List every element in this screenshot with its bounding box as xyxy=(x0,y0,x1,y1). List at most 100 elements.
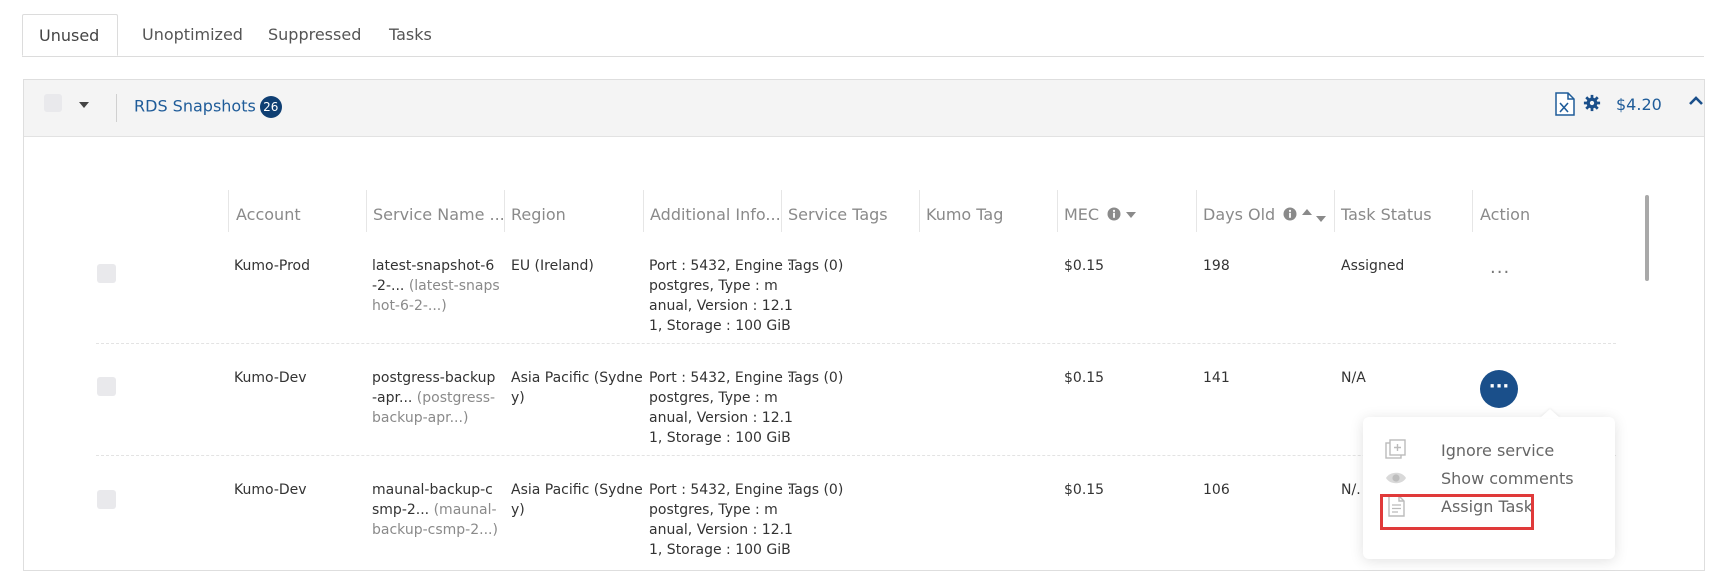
additional-info-cell: Port : 5432, Engine : postgres, Type : m… xyxy=(649,368,793,448)
service-tags-cell[interactable]: Tags (0) xyxy=(788,256,843,276)
service-name-line: postgress-backup xyxy=(372,370,496,386)
select-all-checkbox[interactable] xyxy=(44,94,62,112)
more-actions-icon[interactable]: ··· xyxy=(1490,262,1510,283)
sort-down-icon[interactable] xyxy=(1126,211,1137,219)
task-status-cell: N/. xyxy=(1341,482,1361,498)
more-actions-button[interactable]: ··· xyxy=(1480,370,1518,408)
row-divider xyxy=(96,343,1616,344)
mec-cell: $0.15 xyxy=(1064,370,1105,386)
column-header-service-name[interactable]: Service Name ... xyxy=(373,205,505,224)
region-cell: Asia Pacific (Sydne y) xyxy=(511,480,643,520)
info-line: anual, Version : 12.1 xyxy=(649,522,793,538)
info-icon[interactable] xyxy=(1107,207,1121,221)
task-status-cell: Assigned xyxy=(1341,258,1405,274)
service-name-line: smp-2... xyxy=(372,502,430,518)
service-name-line: -apr... xyxy=(372,390,413,406)
tab-bar: Unused Unoptimized Suppressed Tasks xyxy=(22,14,1704,57)
column-header-days-old[interactable]: Days Old xyxy=(1203,205,1326,224)
account-cell: Kumo-Dev xyxy=(234,482,307,498)
chevron-up-icon[interactable] xyxy=(1688,93,1704,109)
column-header-account[interactable]: Account xyxy=(236,205,301,224)
service-name: RDS Snapshots xyxy=(134,96,256,116)
total-cost: $4.20 xyxy=(1616,95,1662,114)
days-old-cell: 198 xyxy=(1203,258,1230,274)
service-id-text: (postgress- xyxy=(412,390,496,406)
menu-item-label: Show comments xyxy=(1441,469,1574,488)
column-header-task-status[interactable]: Task Status xyxy=(1341,205,1432,224)
info-line: postgres, Type : m xyxy=(649,390,778,406)
row-checkbox[interactable] xyxy=(97,377,116,396)
service-title[interactable]: RDS Snapshots 26 xyxy=(134,96,282,118)
select-caret-down-icon[interactable] xyxy=(79,102,89,108)
service-name-cell[interactable]: latest-snapshot-6 -2-... (latest-snaps h… xyxy=(372,256,504,316)
gear-icon[interactable] xyxy=(1583,94,1601,112)
tab-suppressed[interactable]: Suppressed xyxy=(252,14,377,56)
column-header-service-tags[interactable]: Service Tags xyxy=(788,205,888,224)
region-cell: EU (Ireland) xyxy=(511,256,594,276)
info-line: postgres, Type : m xyxy=(649,278,778,294)
service-name-line: -2-... xyxy=(372,278,405,294)
panel-header: RDS Snapshots 26 $4.20 xyxy=(24,80,1704,137)
mec-cell: $0.15 xyxy=(1064,258,1105,274)
column-divider xyxy=(1196,190,1197,232)
column-divider xyxy=(919,190,920,232)
info-line: 1, Storage : 100 GiB xyxy=(649,318,791,334)
info-line: Port : 5432, Engine : xyxy=(649,482,793,498)
days-old-cell: 106 xyxy=(1203,482,1230,498)
eye-icon xyxy=(1386,472,1406,484)
row-checkbox[interactable] xyxy=(97,490,116,509)
service-tags-cell[interactable]: Tags (0) xyxy=(788,368,843,388)
column-header-mec[interactable]: MEC xyxy=(1064,205,1137,224)
info-icon[interactable] xyxy=(1283,207,1297,221)
service-name-cell[interactable]: maunal-backup-c smp-2... (maunal- backup… xyxy=(372,480,504,540)
account-cell: Kumo-Dev xyxy=(234,370,307,386)
scrollbar[interactable] xyxy=(1645,195,1649,281)
row-checkbox[interactable] xyxy=(97,264,116,283)
column-divider xyxy=(366,190,367,232)
menu-pointer xyxy=(1540,409,1560,418)
info-line: Port : 5432, Engine : xyxy=(649,258,793,274)
column-divider xyxy=(228,190,229,232)
column-header-kumo-tag[interactable]: Kumo Tag xyxy=(926,205,1003,224)
days-old-label: Days Old xyxy=(1203,205,1276,224)
tab-unoptimized[interactable]: Unoptimized xyxy=(126,14,259,56)
service-tags-cell[interactable]: Tags (0) xyxy=(788,480,843,500)
info-line: 1, Storage : 100 GiB xyxy=(649,430,791,446)
days-old-cell: 141 xyxy=(1203,370,1230,386)
service-id-text: hot-6-2-...) xyxy=(372,298,447,314)
service-id-text: backup-csmp-2...) xyxy=(372,522,498,538)
mec-label: MEC xyxy=(1064,205,1100,224)
region-line: y) xyxy=(511,502,525,518)
column-header-region[interactable]: Region xyxy=(511,205,566,224)
highlight-box xyxy=(1380,494,1534,530)
column-header-action: Action xyxy=(1480,205,1531,224)
mec-cell: $0.15 xyxy=(1064,482,1105,498)
region-line: Asia Pacific (Sydne xyxy=(511,482,643,498)
column-divider xyxy=(643,190,644,232)
additional-info-cell: Port : 5432, Engine : postgres, Type : m… xyxy=(649,256,793,336)
info-line: Port : 5432, Engine : xyxy=(649,370,793,386)
column-divider xyxy=(1057,190,1058,232)
service-name-cell[interactable]: postgress-backup -apr... (postgress- bac… xyxy=(372,368,504,428)
menu-item-show-comments[interactable]: Show comments xyxy=(1379,465,1599,493)
region-line: Asia Pacific (Sydne xyxy=(511,370,643,386)
column-divider xyxy=(1334,190,1335,232)
info-line: anual, Version : 12.1 xyxy=(649,410,793,426)
tab-unused[interactable]: Unused xyxy=(22,14,118,56)
service-name-line: latest-snapshot-6 xyxy=(372,258,495,274)
sort-up-icon[interactable] xyxy=(1302,208,1313,216)
menu-item-ignore-service[interactable]: Ignore service xyxy=(1379,437,1599,465)
sort-down-icon[interactable] xyxy=(1315,215,1326,223)
excel-export-icon[interactable] xyxy=(1554,92,1576,116)
info-line: anual, Version : 12.1 xyxy=(649,298,793,314)
column-header-additional-info[interactable]: Additional Info... xyxy=(650,205,781,224)
service-id-text: (latest-snaps xyxy=(404,278,500,294)
tab-tasks[interactable]: Tasks xyxy=(373,14,448,56)
column-divider xyxy=(1472,190,1473,232)
region-cell: Asia Pacific (Sydne y) xyxy=(511,368,643,408)
menu-item-label: Ignore service xyxy=(1441,441,1555,460)
ignore-icon xyxy=(1385,439,1406,459)
service-name-line: maunal-backup-c xyxy=(372,482,493,498)
info-line: postgres, Type : m xyxy=(649,502,778,518)
account-cell: Kumo-Prod xyxy=(234,258,310,274)
